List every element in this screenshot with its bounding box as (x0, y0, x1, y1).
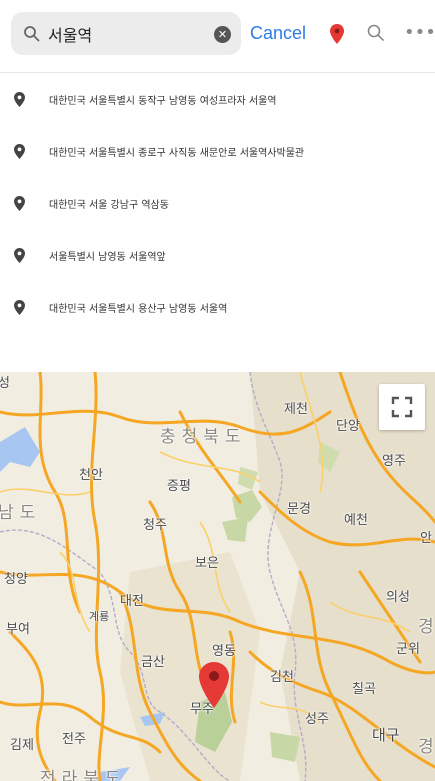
map-view[interactable]: 성 제천 충청북도 단양 영주 천안 증평 남도 문경 청주 예천 안 보은 청… (0, 372, 435, 781)
cancel-button[interactable]: Cancel (250, 23, 306, 44)
map-marker-icon[interactable] (199, 662, 229, 708)
map-label: 청양 (4, 572, 28, 587)
map-label: 청주 (143, 518, 167, 533)
map-label: 부여 (6, 622, 30, 637)
result-address: 대한민국 서울특별시 용산구 남영동 서울역 (49, 304, 228, 315)
map-label: 전주 (62, 732, 86, 747)
map-label: 군위 (396, 642, 420, 657)
map-label: 안 (420, 531, 432, 546)
list-item[interactable]: 서울특별시 남영동 서울역앞 (0, 229, 435, 281)
map-label: 문경 (287, 502, 311, 517)
map-label: 천안 (79, 468, 103, 483)
map-label: 대구 (372, 726, 400, 744)
result-address: 대한민국 서울 강남구 역삼동 (49, 200, 169, 211)
map-label: 김천 (270, 670, 294, 685)
map-region-label: 경 (418, 617, 435, 637)
place-pin-icon (14, 144, 25, 159)
map-label: 보은 (195, 556, 219, 571)
place-pin-icon (14, 92, 25, 107)
clear-search-button[interactable]: ✕ (214, 26, 231, 43)
map-label: 의성 (386, 590, 410, 605)
search-input[interactable] (48, 20, 208, 47)
map-label: 칠곡 (352, 682, 376, 697)
top-bar: ✕ Cancel ••• (0, 0, 435, 72)
more-options-icon[interactable]: ••• (404, 24, 435, 42)
result-address: 대한민국 서울특별시 종로구 사직동 새문안로 서울역사박물관 (49, 148, 305, 159)
search-icon (24, 26, 40, 42)
map-label: 대전 (120, 594, 144, 609)
search-icon[interactable] (367, 24, 385, 42)
list-item[interactable]: 대한민국 서울특별시 용산구 남영동 서울역 (0, 281, 435, 333)
map-label: 제천 (284, 402, 308, 417)
fullscreen-button[interactable] (379, 384, 425, 430)
map-label: 영주 (382, 454, 406, 469)
location-pin-icon[interactable] (330, 24, 344, 44)
map-region-label: 충청북도 (160, 427, 247, 447)
results-list: 대한민국 서울특별시 동작구 남영동 여성프라자 서울역 대한민국 서울특별시 … (0, 73, 435, 333)
map-label: 예천 (344, 513, 368, 528)
result-address: 대한민국 서울특별시 동작구 남영동 여성프라자 서울역 (49, 96, 277, 107)
list-item[interactable]: 대한민국 서울특별시 동작구 남영동 여성프라자 서울역 (0, 73, 435, 125)
place-pin-icon (14, 248, 25, 263)
map-region-label: 남도 (0, 503, 42, 523)
map-label: 성 (0, 376, 10, 391)
map-label: 성주 (305, 712, 329, 727)
place-pin-icon (14, 300, 25, 315)
map-label: 단양 (336, 419, 360, 434)
map-label: 계룡 (89, 610, 110, 623)
map-label: 증평 (167, 479, 191, 494)
list-item[interactable]: 대한민국 서울 강남구 역삼동 (0, 177, 435, 229)
map-label: 금산 (141, 655, 165, 670)
list-item[interactable]: 대한민국 서울특별시 종로구 사직동 새문안로 서울역사박물관 (0, 125, 435, 177)
map-region-label: 경 (418, 737, 435, 757)
place-pin-icon (14, 196, 25, 211)
map-region-label: 전라북도 (40, 769, 127, 781)
map-label: 김제 (10, 738, 34, 753)
fullscreen-icon (391, 396, 413, 418)
map-label: 영동 (212, 644, 236, 659)
search-box[interactable]: ✕ (11, 12, 241, 55)
result-address: 서울특별시 남영동 서울역앞 (49, 252, 166, 263)
